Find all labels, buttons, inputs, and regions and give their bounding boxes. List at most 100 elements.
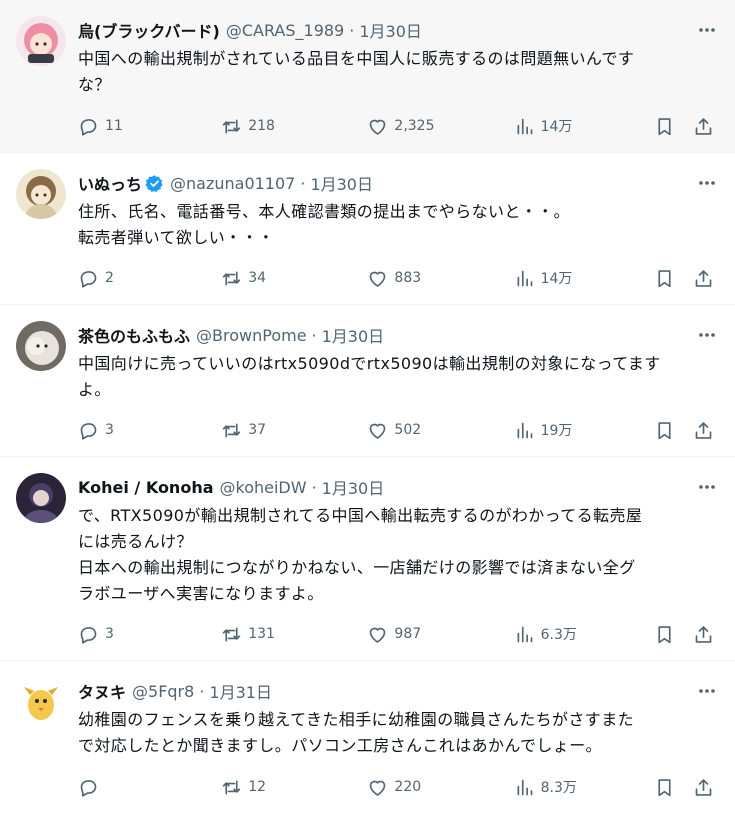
bookmark-button[interactable] bbox=[654, 420, 694, 441]
more-icon[interactable] bbox=[695, 171, 719, 195]
reply-button[interactable]: 11 bbox=[78, 116, 221, 137]
reply-button[interactable] bbox=[78, 777, 221, 798]
views-button[interactable]: 14万 bbox=[514, 268, 654, 289]
separator-dot: · bbox=[311, 477, 317, 497]
tweet-actions: 3 131 987 6.3万 bbox=[78, 622, 723, 646]
like-button[interactable]: 220 bbox=[367, 777, 513, 798]
reply-icon bbox=[80, 118, 97, 136]
separator-dot: · bbox=[199, 681, 205, 701]
separator-dot: · bbox=[349, 20, 355, 40]
reply-icon bbox=[80, 422, 97, 440]
like-icon bbox=[370, 271, 386, 287]
views-count: 14万 bbox=[540, 119, 573, 135]
retweet-count: 37 bbox=[248, 422, 267, 438]
like-button[interactable]: 987 bbox=[367, 624, 513, 645]
views-count: 14万 bbox=[540, 271, 573, 287]
like-button[interactable]: 2,325 bbox=[367, 116, 513, 137]
avatar-image bbox=[16, 677, 66, 727]
reply-count: 11 bbox=[105, 118, 123, 134]
user-handle[interactable]: @koheiDW bbox=[220, 478, 307, 497]
tweet-item[interactable]: 烏(ブラックバード) @CARAS_1989 · 1月30日 中国への輸出規制が… bbox=[0, 0, 735, 153]
views-button[interactable]: 14万 bbox=[514, 116, 654, 137]
tweet-text: 幼稚園のフェンスを乗り越えてきた相手に幼稚園の職員さんたちがさすまた で対応した… bbox=[78, 710, 635, 755]
share-icon bbox=[696, 269, 712, 287]
reply-icon bbox=[80, 270, 97, 288]
retweet-count: 131 bbox=[248, 626, 275, 642]
like-button[interactable]: 502 bbox=[367, 420, 513, 441]
share-button[interactable] bbox=[693, 777, 723, 798]
avatar[interactable] bbox=[16, 16, 66, 66]
tweet-text: 住所、氏名、電話番号、本人確認書類の提出までやらないと・・。 転売者弾いて欲しい… bbox=[78, 202, 571, 247]
reply-count: 2 bbox=[105, 270, 114, 286]
more-icon[interactable] bbox=[695, 679, 719, 703]
reply-button[interactable]: 3 bbox=[78, 624, 221, 645]
display-name[interactable]: タヌキ bbox=[78, 679, 126, 703]
reply-button[interactable]: 2 bbox=[78, 268, 221, 289]
views-count: 8.3万 bbox=[540, 780, 577, 796]
separator-dot: · bbox=[311, 325, 317, 345]
views-button[interactable]: 19万 bbox=[514, 420, 654, 441]
like-count: 987 bbox=[394, 626, 422, 642]
tweet-item[interactable]: タヌキ @5Fqr8 · 1月31日 幼稚園のフェンスを乗り越えてきた相手に幼稚… bbox=[0, 661, 735, 814]
views-count: 6.3万 bbox=[540, 627, 577, 643]
display-name[interactable]: いぬっち bbox=[78, 171, 142, 195]
views-count: 19万 bbox=[540, 423, 573, 439]
share-button[interactable] bbox=[693, 116, 723, 137]
like-button[interactable]: 883 bbox=[367, 268, 513, 289]
retweet-button[interactable]: 34 bbox=[221, 268, 367, 289]
more-icon[interactable] bbox=[695, 323, 719, 347]
views-button[interactable]: 8.3万 bbox=[514, 777, 654, 798]
bookmark-button[interactable] bbox=[654, 777, 694, 798]
retweet-button[interactable]: 37 bbox=[221, 420, 367, 441]
like-count: 883 bbox=[394, 270, 422, 286]
views-icon bbox=[517, 626, 532, 642]
bookmark-button[interactable] bbox=[654, 268, 694, 289]
reply-count: 3 bbox=[105, 626, 114, 642]
display-name[interactable]: Kohei / Konoha bbox=[78, 478, 214, 497]
tweet-date[interactable]: 1月30日 bbox=[322, 475, 385, 499]
retweet-button[interactable]: 12 bbox=[221, 777, 367, 798]
tweet-item[interactable]: Kohei / Konoha @koheiDW · 1月30日 で、RTX509… bbox=[0, 457, 735, 661]
share-button[interactable] bbox=[693, 420, 723, 441]
user-handle[interactable]: @nazuna01107 bbox=[170, 174, 295, 193]
user-handle[interactable]: @BrownPome bbox=[196, 326, 307, 345]
separator-dot: · bbox=[300, 173, 306, 193]
tweet-item[interactable]: いぬっち @nazuna01107 · 1月30日 住所、氏名、電話番号、本人確… bbox=[0, 153, 735, 305]
share-icon bbox=[696, 778, 712, 796]
share-icon bbox=[696, 625, 712, 643]
tweet-header: いぬっち @nazuna01107 · 1月30日 bbox=[78, 171, 719, 195]
bookmark-icon bbox=[658, 269, 671, 287]
bookmark-button[interactable] bbox=[654, 116, 694, 137]
avatar[interactable] bbox=[16, 321, 66, 371]
tweet-header: 茶色のもふもふ @BrownPome · 1月30日 bbox=[78, 323, 719, 347]
verified-badge-icon bbox=[145, 174, 163, 192]
display-name[interactable]: 烏(ブラックバード) bbox=[78, 18, 220, 42]
retweet-button[interactable]: 131 bbox=[221, 624, 367, 645]
avatar[interactable] bbox=[16, 677, 66, 727]
bookmark-button[interactable] bbox=[654, 624, 694, 645]
avatar-image bbox=[16, 321, 66, 371]
more-icon[interactable] bbox=[695, 18, 719, 42]
tweet-header: タヌキ @5Fqr8 · 1月31日 bbox=[78, 679, 719, 703]
tweet-item[interactable]: 茶色のもふもふ @BrownPome · 1月30日 中国向けに売っていいのはr… bbox=[0, 305, 735, 457]
tweet-date[interactable]: 1月30日 bbox=[359, 18, 422, 42]
display-name[interactable]: 茶色のもふもふ bbox=[78, 323, 190, 347]
views-icon bbox=[517, 118, 532, 134]
tweet-actions: 12 220 8.3万 bbox=[78, 775, 723, 799]
more-icon[interactable] bbox=[695, 475, 719, 499]
views-button[interactable]: 6.3万 bbox=[514, 624, 654, 645]
timeline: 烏(ブラックバード) @CARAS_1989 · 1月30日 中国への輸出規制が… bbox=[0, 0, 735, 814]
tweet-date[interactable]: 1月30日 bbox=[310, 171, 373, 195]
bookmark-icon bbox=[658, 778, 671, 796]
avatar[interactable] bbox=[16, 169, 66, 219]
retweet-icon bbox=[223, 627, 241, 641]
user-handle[interactable]: @CARAS_1989 bbox=[226, 21, 344, 40]
reply-button[interactable]: 3 bbox=[78, 420, 221, 441]
retweet-button[interactable]: 218 bbox=[221, 116, 367, 137]
avatar[interactable] bbox=[16, 473, 66, 523]
share-button[interactable] bbox=[693, 624, 723, 645]
share-button[interactable] bbox=[693, 268, 723, 289]
tweet-date[interactable]: 1月31日 bbox=[209, 679, 272, 703]
tweet-date[interactable]: 1月30日 bbox=[322, 323, 385, 347]
user-handle[interactable]: @5Fqr8 bbox=[132, 682, 194, 701]
